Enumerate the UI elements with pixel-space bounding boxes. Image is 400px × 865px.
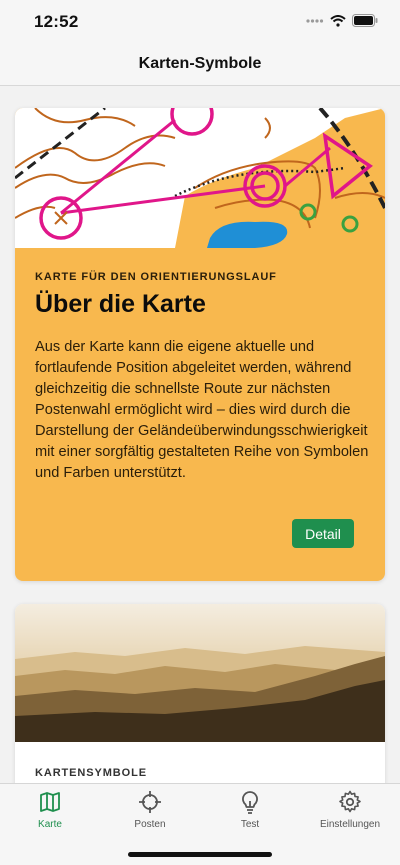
page-title: Karten-Symbole: [138, 55, 262, 72]
card-title: Über die Karte: [35, 290, 206, 318]
crosshair-icon: [139, 791, 161, 813]
signal-dots-icon: [306, 18, 324, 23]
status-icons: [306, 14, 378, 27]
status-bar: 12:52: [0, 0, 400, 44]
detail-button[interactable]: Detail: [292, 519, 354, 548]
status-time: 12:52: [34, 12, 79, 31]
battery-icon: [352, 14, 378, 27]
tab-einstellungen[interactable]: Einstellungen: [300, 790, 400, 834]
wifi-icon: [330, 14, 346, 27]
map-icon: [40, 792, 60, 812]
card-list[interactable]: KARTE FÜR DEN ORIENTIERUNGSLAUF Über die…: [0, 86, 400, 783]
home-indicator[interactable]: [128, 852, 272, 857]
card-overline: KARTE FÜR DEN ORIENTIERUNGSLAUF: [35, 271, 277, 283]
tab-test[interactable]: Test: [200, 790, 300, 834]
tab-label: Einstellungen: [319, 819, 381, 830]
lightbulb-icon: [242, 791, 258, 814]
card-map-symbols[interactable]: KARTENSYMBOLE: [15, 604, 385, 783]
tab-label: Posten: [134, 819, 166, 830]
navigation-bar: Karten-Symbole: [0, 44, 400, 86]
gear-icon: [339, 790, 361, 813]
tab-label: Test: [240, 819, 260, 830]
tab-bar: Karte Posten Test Einstellungen: [0, 783, 400, 865]
card-body-text: Aus der Karte kann die eigene aktuelle u…: [35, 339, 369, 481]
tab-label: Karte: [38, 819, 62, 830]
orienteering-map-illustration: [15, 108, 385, 248]
landscape-photo: [15, 604, 385, 742]
card-about-map[interactable]: KARTE FÜR DEN ORIENTIERUNGSLAUF Über die…: [15, 108, 385, 581]
tab-karte[interactable]: Karte: [0, 790, 100, 834]
card-overline: KARTENSYMBOLE: [35, 767, 147, 779]
tab-posten[interactable]: Posten: [100, 790, 200, 834]
